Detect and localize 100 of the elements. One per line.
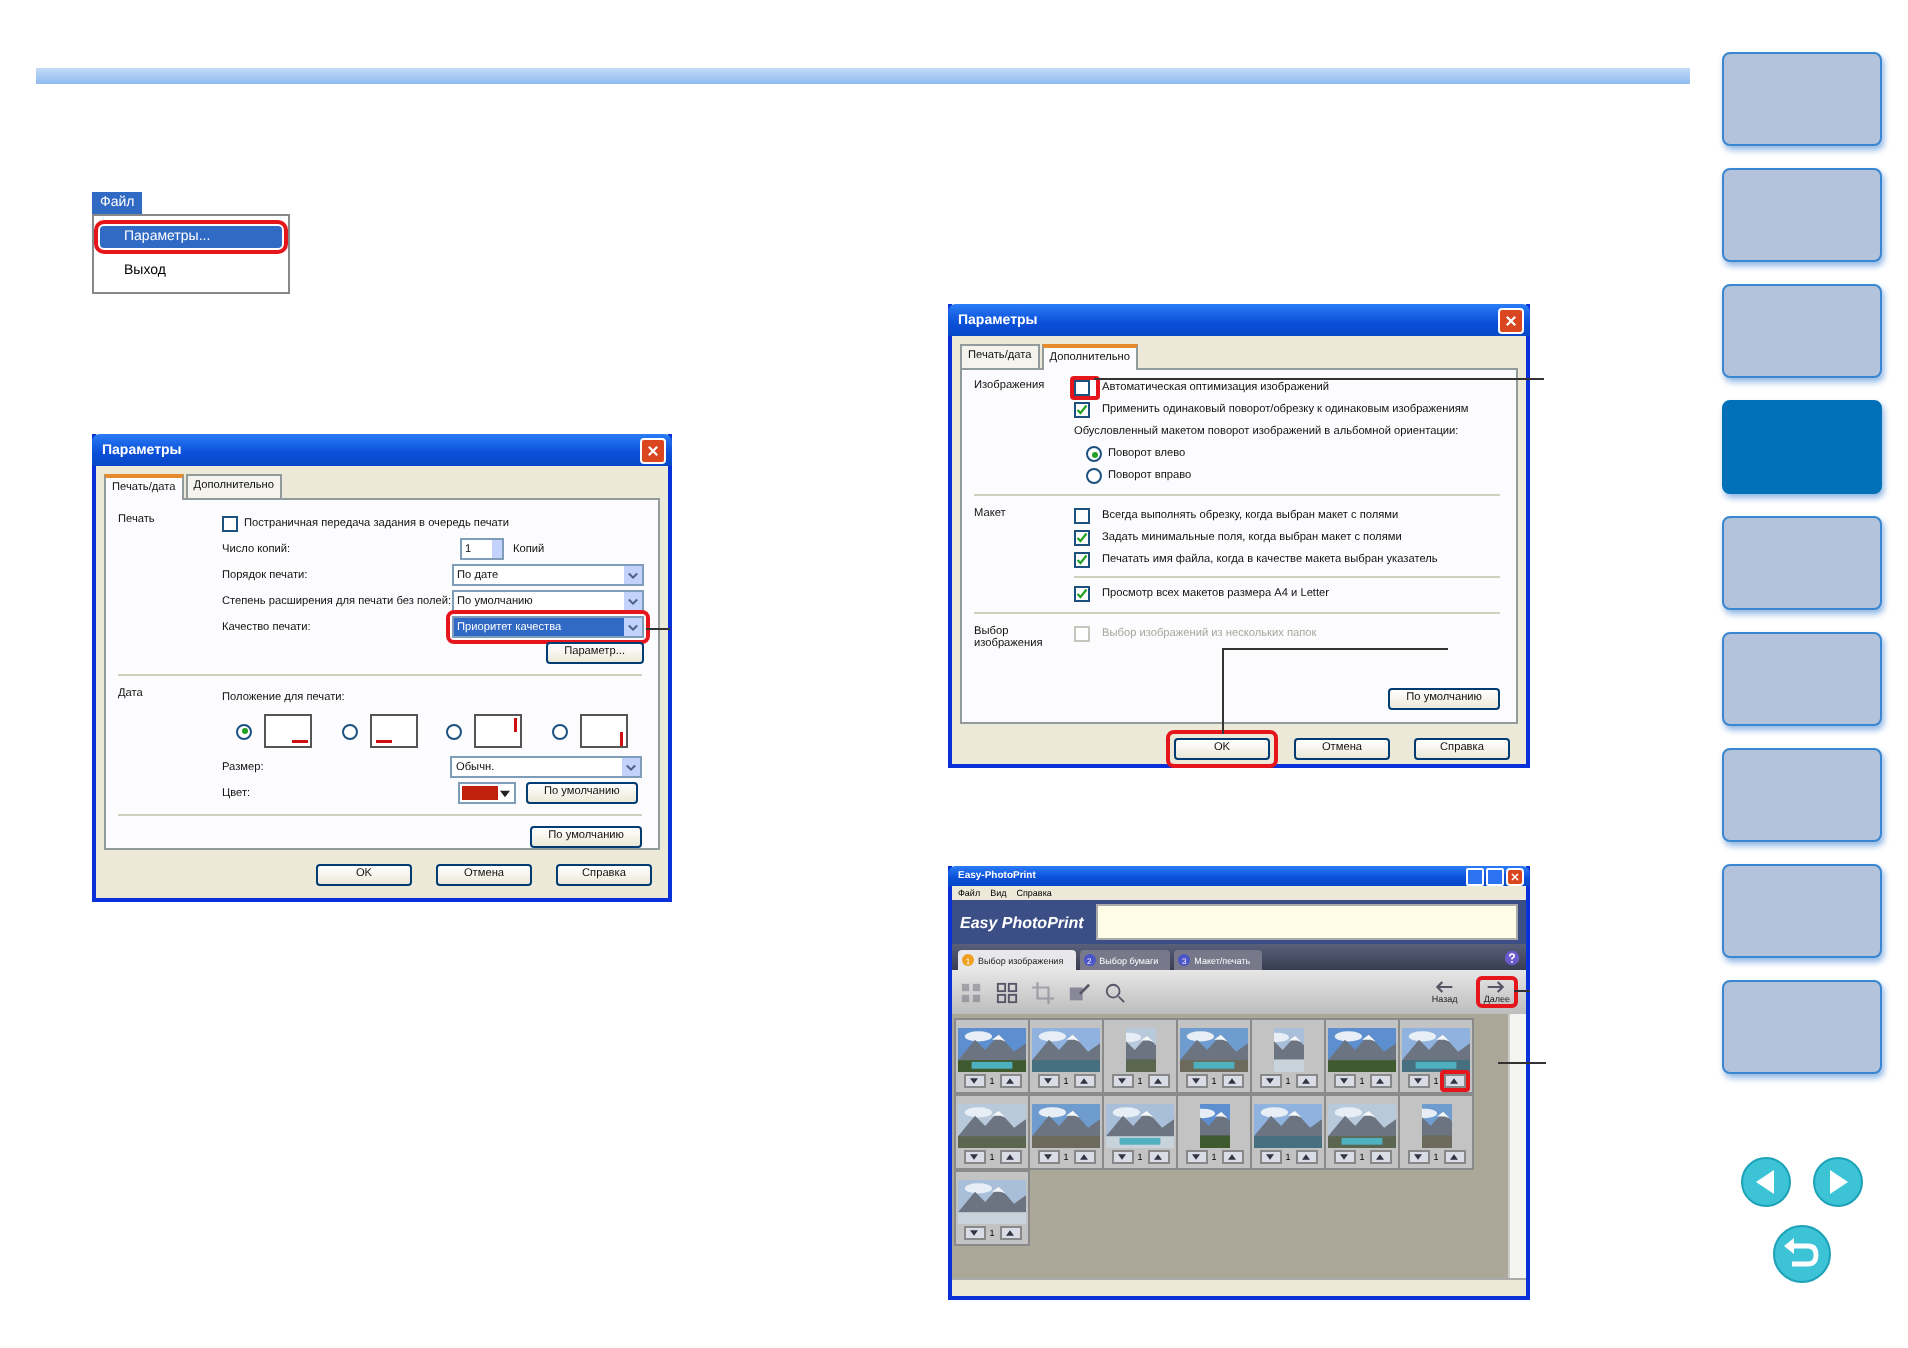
down-button[interactable] xyxy=(1333,1074,1355,1088)
logo: Easy PhotoPrint xyxy=(960,913,1084,931)
triangle-icon xyxy=(1376,1078,1384,1084)
up-button[interactable] xyxy=(1369,1150,1391,1164)
help-icon[interactable] xyxy=(1504,949,1520,965)
close-icon xyxy=(1510,871,1520,881)
down-button[interactable] xyxy=(1259,1074,1281,1088)
triangle-icon xyxy=(1192,1078,1200,1084)
triangle-icon xyxy=(1302,1078,1310,1084)
checkbox[interactable] xyxy=(1074,552,1090,568)
up-button[interactable] xyxy=(1147,1150,1169,1164)
up-button[interactable] xyxy=(999,1226,1021,1240)
chevron-icon xyxy=(626,763,636,771)
checkbox[interactable] xyxy=(1074,380,1090,396)
previous-page-icon[interactable] xyxy=(1740,1156,1792,1208)
up-button[interactable] xyxy=(1221,1150,1243,1164)
checkbox[interactable] xyxy=(222,515,238,531)
triangle-icon xyxy=(1414,1154,1422,1160)
minimize-button[interactable] xyxy=(1466,867,1484,885)
triangle-icon xyxy=(1228,1078,1236,1084)
down-button[interactable] xyxy=(1407,1074,1429,1088)
up-button[interactable] xyxy=(1073,1074,1095,1088)
arrow-icon xyxy=(1434,980,1455,994)
triangle-icon xyxy=(1044,1154,1052,1160)
up-button[interactable] xyxy=(1073,1150,1095,1164)
up-button[interactable] xyxy=(1295,1074,1317,1088)
leader-line xyxy=(645,627,670,629)
down-button[interactable] xyxy=(1259,1150,1281,1164)
down-button[interactable] xyxy=(963,1226,985,1240)
triangle-icon xyxy=(1266,1154,1274,1160)
triangle-icon xyxy=(1080,1154,1088,1160)
checkbox[interactable] xyxy=(1074,508,1090,524)
up-button[interactable] xyxy=(1369,1074,1391,1088)
triangle-icon xyxy=(1450,1154,1458,1160)
chevron-icon xyxy=(627,623,638,631)
maximize-button[interactable] xyxy=(1486,867,1504,885)
leader-line xyxy=(1498,1062,1546,1064)
triangle-icon xyxy=(1044,1078,1052,1084)
up-button[interactable] xyxy=(1221,1074,1243,1088)
down-button[interactable] xyxy=(1185,1074,1207,1088)
close-icon[interactable] xyxy=(1498,307,1524,333)
return-icon[interactable] xyxy=(1772,1224,1832,1284)
checkbox[interactable] xyxy=(1074,586,1090,602)
up-button[interactable] xyxy=(1443,1150,1465,1164)
caret-icon xyxy=(498,789,512,797)
triangle-icon xyxy=(970,1230,978,1236)
down-button[interactable] xyxy=(1185,1150,1207,1164)
triangle-icon xyxy=(1450,1078,1458,1084)
close-icon[interactable] xyxy=(640,437,666,463)
leader-line xyxy=(1514,989,1530,992)
triangle-icon xyxy=(1154,1078,1162,1084)
triangle-icon xyxy=(970,1154,978,1160)
checkmark-icon xyxy=(1076,404,1088,416)
radio-button[interactable] xyxy=(236,723,253,739)
checkmark-icon xyxy=(1076,588,1088,600)
up-button[interactable] xyxy=(1295,1150,1317,1164)
radio-button[interactable] xyxy=(1086,446,1102,462)
triangle-icon xyxy=(1154,1154,1162,1160)
triangle-icon xyxy=(1006,1078,1014,1084)
checkbox[interactable] xyxy=(1074,402,1090,418)
next-page-icon[interactable] xyxy=(1812,1156,1864,1208)
clear-icon[interactable] xyxy=(996,981,1018,1003)
triangle-icon xyxy=(1006,1154,1014,1160)
triangle-icon xyxy=(1228,1154,1236,1160)
triangle-icon xyxy=(1266,1078,1274,1084)
triangle-icon xyxy=(1414,1078,1422,1084)
triangle-icon xyxy=(1340,1154,1348,1160)
down-button[interactable] xyxy=(1333,1150,1355,1164)
triangle-icon xyxy=(1118,1154,1126,1160)
close-button[interactable] xyxy=(1506,867,1524,885)
up-button[interactable] xyxy=(999,1074,1021,1088)
radio-button[interactable] xyxy=(1086,468,1102,484)
up-button[interactable] xyxy=(1147,1074,1169,1088)
down-button[interactable] xyxy=(1111,1074,1133,1088)
checkbox[interactable] xyxy=(1074,530,1090,546)
down-button[interactable] xyxy=(1111,1150,1133,1164)
radio-button[interactable] xyxy=(341,723,358,739)
scroll-bar[interactable] xyxy=(1508,1014,1526,1278)
down-button[interactable] xyxy=(963,1074,985,1088)
edit-icon[interactable] xyxy=(1068,981,1090,1003)
triangle-icon xyxy=(1006,1230,1014,1236)
triangle-icon xyxy=(1340,1078,1348,1084)
down-button[interactable] xyxy=(1037,1150,1059,1164)
up-button[interactable] xyxy=(999,1150,1021,1164)
down-button[interactable] xyxy=(963,1150,985,1164)
down-button[interactable] xyxy=(1037,1074,1059,1088)
chevron-icon xyxy=(627,597,638,605)
up-button[interactable] xyxy=(1443,1074,1465,1088)
chevron-icon xyxy=(627,571,638,579)
triangle-icon xyxy=(970,1078,978,1084)
color-picker[interactable] xyxy=(458,782,516,804)
radio-button[interactable] xyxy=(551,723,568,739)
down-button[interactable] xyxy=(1407,1150,1429,1164)
effects-icon[interactable] xyxy=(1104,981,1126,1003)
radio-button[interactable] xyxy=(446,723,463,739)
triangle-icon xyxy=(1192,1154,1200,1160)
triangle-icon xyxy=(1080,1078,1088,1084)
arrow-icon xyxy=(1486,980,1507,994)
triangle-icon xyxy=(1118,1078,1126,1084)
triangle-icon xyxy=(1302,1154,1310,1160)
